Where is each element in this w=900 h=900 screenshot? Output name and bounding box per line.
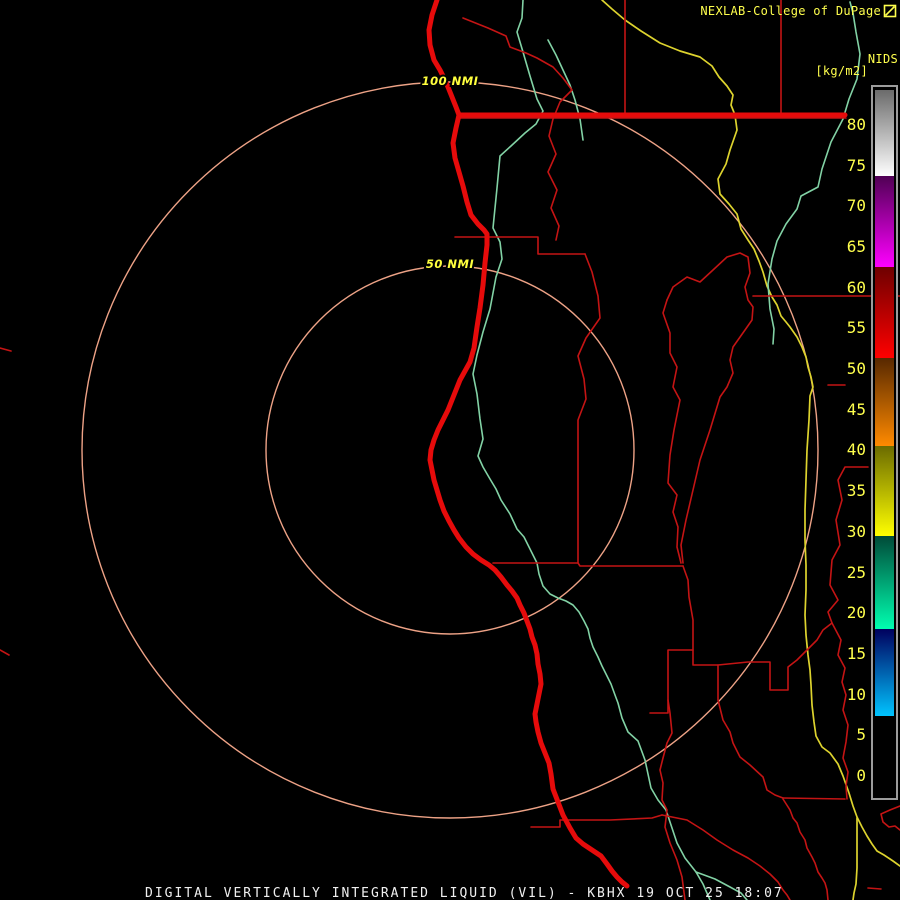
- colorbar-segment: [875, 716, 894, 794]
- colorbar-segment: [875, 536, 894, 629]
- radar-map: 100 NMI 50 NMI: [0, 0, 900, 900]
- colorbar-tick: 70: [846, 196, 866, 216]
- svg-text:50 NMI: 50 NMI: [426, 257, 475, 271]
- brand-text: NEXLAB-College of DuPage: [700, 4, 881, 18]
- colorbar-segment: [875, 176, 894, 267]
- product-title: DIGITAL VERTICALLY INTEGRATED LIQUID (VI…: [145, 886, 784, 900]
- colorbar-tick: 15: [846, 643, 866, 663]
- colorbar-tick: 45: [846, 399, 866, 419]
- svg-text:100 NMI: 100 NMI: [422, 74, 479, 88]
- colorbar: [871, 85, 898, 800]
- colorbar-tick: 25: [846, 562, 866, 582]
- units-label: [kg/m2]: [815, 64, 868, 78]
- colorbar-tick: 50: [846, 359, 866, 378]
- colorbar-segment: [875, 446, 894, 536]
- colorbar-tick: 10: [846, 684, 866, 704]
- colorbar-tick: 30: [846, 521, 866, 541]
- colorbar-tick: 80: [846, 114, 866, 134]
- colorbar-segment: [875, 267, 894, 358]
- colorbar-tick: 60: [846, 277, 866, 297]
- network-label: NIDS: [867, 52, 898, 66]
- colorbar-tick: 40: [846, 440, 866, 460]
- colorbar-tick: 20: [846, 603, 866, 623]
- colorbar-segment: [875, 90, 894, 176]
- cod-flag-icon: [883, 4, 897, 18]
- colorbar-tick: 75: [846, 155, 866, 175]
- colorbar-tick: 0: [856, 766, 866, 785]
- colorbar-segment: [875, 358, 894, 446]
- radar-viewer: 100 NMI 50 NMI NEXLAB-College of DuPage N…: [0, 0, 900, 900]
- colorbar-tick: 55: [846, 318, 866, 338]
- colorbar-tick: 35: [846, 481, 866, 501]
- colorbar-tick: 65: [846, 236, 866, 256]
- colorbar-tick: 5: [856, 725, 866, 745]
- colorbar-segment: [875, 629, 894, 716]
